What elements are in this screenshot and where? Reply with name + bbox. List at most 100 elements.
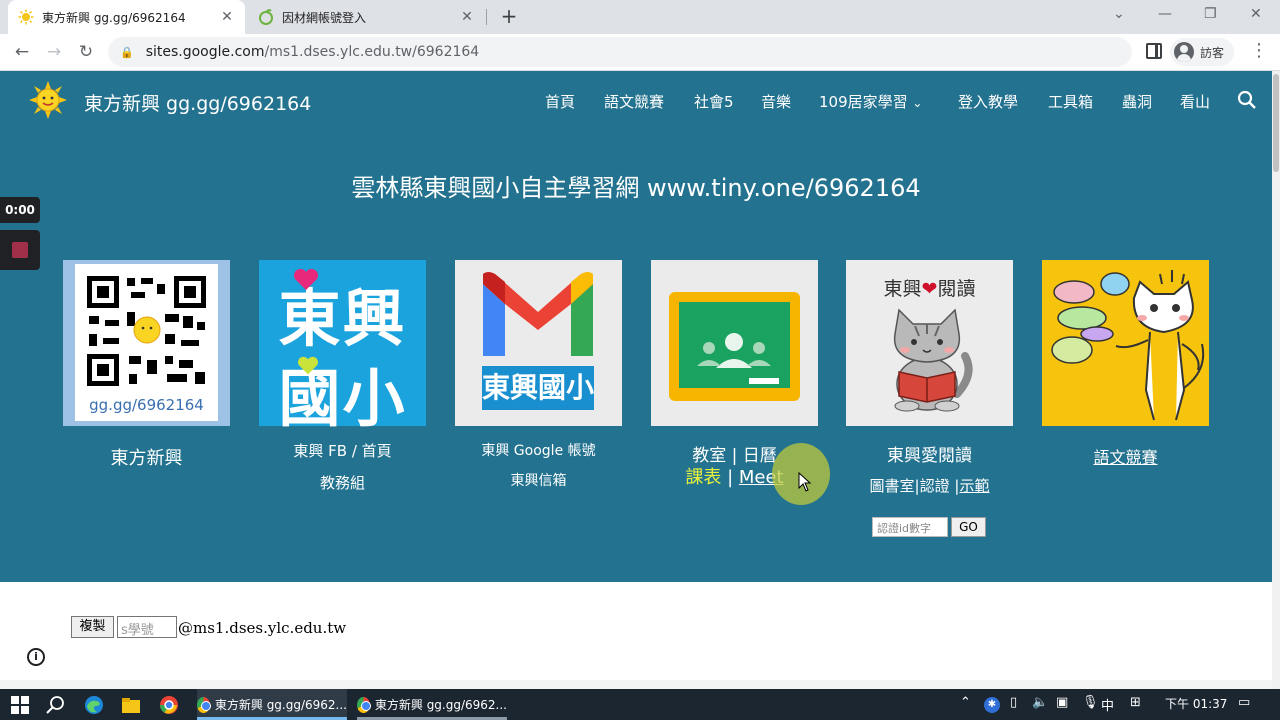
search-icon[interactable] — [1237, 90, 1257, 110]
classroom-frame — [669, 292, 800, 401]
browser-menu-icon[interactable]: ⋮ — [1250, 40, 1268, 61]
reading-tile[interactable]: 東興❤閱讀 — [846, 260, 1013, 426]
nav-wormhole[interactable]: 蟲洞 — [1122, 91, 1152, 112]
tab-search-icon[interactable]: ⌄ — [1113, 6, 1125, 22]
chevron-down-icon: ⌄ — [912, 96, 923, 110]
close-tab-icon[interactable]: ✕ — [219, 9, 235, 25]
qr-label[interactable]: 東方新興 — [63, 444, 230, 470]
gmail-tile[interactable]: 東興國小 — [455, 260, 622, 426]
heart-icon: ❤ — [921, 278, 938, 300]
url-path: /ms1.dses.ylc.edu.tw/6962164 — [264, 44, 480, 60]
avatar-icon — [1174, 42, 1194, 62]
taskbar-search-icon[interactable] — [45, 694, 67, 716]
close-window-icon[interactable]: ✕ — [1250, 6, 1262, 22]
forward-icon[interactable]: → — [43, 41, 65, 63]
hero-heading: 雲林縣東興國小自主學習網 www.tiny.one/6962164 — [351, 174, 921, 202]
side-panel-icon[interactable] — [1146, 43, 1162, 59]
scrollbar-thumb[interactable] — [1273, 74, 1279, 172]
heart-icon — [297, 356, 319, 375]
classroom-tile[interactable] — [651, 260, 818, 426]
qr-card: gg.gg/6962164 — [75, 264, 218, 421]
school-logo-tile[interactable]: 東興 國小 — [259, 260, 426, 435]
reading-image-title: 東興❤閱讀 — [846, 274, 1013, 301]
go-button[interactable]: GO — [951, 517, 986, 537]
info-icon[interactable]: i — [27, 648, 45, 666]
taskbar-app-chrome-2[interactable]: 東方新興 gg.gg/6962... — [357, 689, 507, 720]
nav-login-guide[interactable]: 登入教學 — [958, 91, 1018, 112]
tray-overflow-icon[interactable]: ⌃ — [960, 695, 971, 710]
sun-logo-icon[interactable] — [29, 81, 67, 119]
lock-icon: 🔒 — [120, 45, 134, 59]
chrome-icon — [197, 696, 211, 713]
tab-title: 東方新興 gg.gg/6962164 — [42, 10, 186, 25]
page-footer-strip — [0, 680, 1272, 689]
reading-image-title-a: 東興 — [883, 278, 922, 300]
leaf-favicon-icon — [258, 9, 274, 25]
ime-indicator[interactable]: 中 — [1101, 695, 1114, 714]
gmail-badge: 東興國小 — [482, 366, 594, 410]
clock[interactable]: 下午 01:37 — [1165, 695, 1227, 712]
classroom-people-icon — [697, 333, 779, 384]
restore-icon[interactable]: ❐ — [1204, 6, 1217, 22]
nav-social5[interactable]: 社會5 — [694, 91, 734, 112]
ime-mode-icon[interactable]: ⊞ — [1130, 695, 1141, 710]
language-contest-tile[interactable] — [1042, 260, 1209, 426]
gmail-sub[interactable]: 東興信箱 — [455, 470, 622, 490]
gmail-label[interactable]: 東興 Google 帳號 — [455, 440, 622, 460]
windows-start-icon[interactable] — [9, 694, 31, 716]
reading-cat-icon — [893, 308, 973, 412]
copy-button[interactable]: 複製 — [71, 616, 114, 638]
usb-icon[interactable]: ▯ — [1010, 695, 1017, 710]
nav-music[interactable]: 音樂 — [761, 91, 791, 112]
nav-home[interactable]: 首頁 — [545, 91, 575, 112]
certify-id-input[interactable]: 認證id數字 — [872, 517, 948, 537]
minimize-icon[interactable]: — — [1158, 6, 1172, 22]
nav-mountain[interactable]: 看山 — [1180, 91, 1210, 112]
notification-icon[interactable]: ▭ — [1238, 695, 1250, 710]
display-icon[interactable]: ▣ — [1056, 695, 1068, 710]
recorder-timer: 0:00 — [0, 197, 40, 223]
volume-icon[interactable]: 🔈 — [1032, 695, 1048, 710]
profile-button[interactable]: 訪客 — [1170, 38, 1235, 66]
demo-link[interactable]: 示範 — [959, 477, 989, 495]
new-tab-button[interactable]: + — [498, 5, 520, 27]
reading-label[interactable]: 東興愛閱讀 — [846, 441, 1013, 466]
close-tab-icon[interactable]: ✕ — [459, 9, 475, 25]
fb-label[interactable]: 東興 FB / 首頁 — [259, 440, 426, 461]
url-host: sites.google.com — [145, 44, 265, 60]
site-title[interactable]: 東方新興 gg.gg/6962164 — [84, 89, 311, 116]
chrome-icon — [357, 696, 371, 713]
nav-language-contest[interactable]: 語文競賽 — [604, 91, 664, 112]
taskbar-app-chrome-1[interactable]: 東方新興 gg.gg/6962... — [197, 689, 347, 720]
certify-link[interactable]: 認證 — [920, 477, 950, 495]
nav-home-learning-label: 109居家學習 — [819, 93, 908, 111]
gmail-icon — [483, 272, 593, 356]
email-domain-text: @ms1.dses.ylc.edu.tw — [178, 619, 347, 637]
recorder-stop-button[interactable] — [0, 230, 40, 270]
student-id-input[interactable]: s學號 — [117, 616, 177, 638]
chrome-icon[interactable] — [158, 694, 180, 716]
edge-icon[interactable] — [83, 694, 105, 716]
taskbar-app-title: 東方新興 gg.gg/6962... — [374, 698, 507, 712]
taskbar-app-title: 東方新興 gg.gg/6962... — [214, 698, 347, 712]
language-contest-label[interactable]: 語文競賽 — [1042, 444, 1209, 468]
nav-home-learning[interactable]: 109居家學習 ⌄ — [819, 91, 922, 112]
microphone-icon[interactable]: 🎙 — [1082, 695, 1099, 710]
tab-inactive[interactable]: 因材網帳號登入 ✕ — [248, 0, 485, 34]
back-icon[interactable]: ← — [11, 41, 33, 63]
heart-icon — [293, 268, 319, 290]
reload-icon[interactable]: ↻ — [75, 41, 97, 63]
library-link[interactable]: 圖書室 — [870, 477, 915, 495]
qr-code-icon — [87, 276, 206, 386]
qr-code-tile[interactable]: gg.gg/6962164 — [63, 260, 230, 426]
tray-app-icon[interactable]: ✱ — [984, 697, 1000, 713]
mouse-pointer-icon — [798, 472, 812, 492]
nav-toolbox[interactable]: 工具箱 — [1048, 91, 1093, 112]
schedule-link[interactable]: 課表 — [685, 467, 721, 488]
talking-cat-icon — [1051, 270, 1205, 421]
separator: | — [721, 467, 739, 488]
address-bar[interactable]: 🔒 sites.google.com/ms1.dses.ylc.edu.tw/6… — [108, 37, 1132, 67]
fb-sub[interactable]: 教務組 — [259, 472, 426, 493]
tab-active[interactable]: 東方新興 gg.gg/6962164 ✕ — [8, 0, 245, 34]
file-explorer-icon[interactable] — [120, 694, 142, 716]
